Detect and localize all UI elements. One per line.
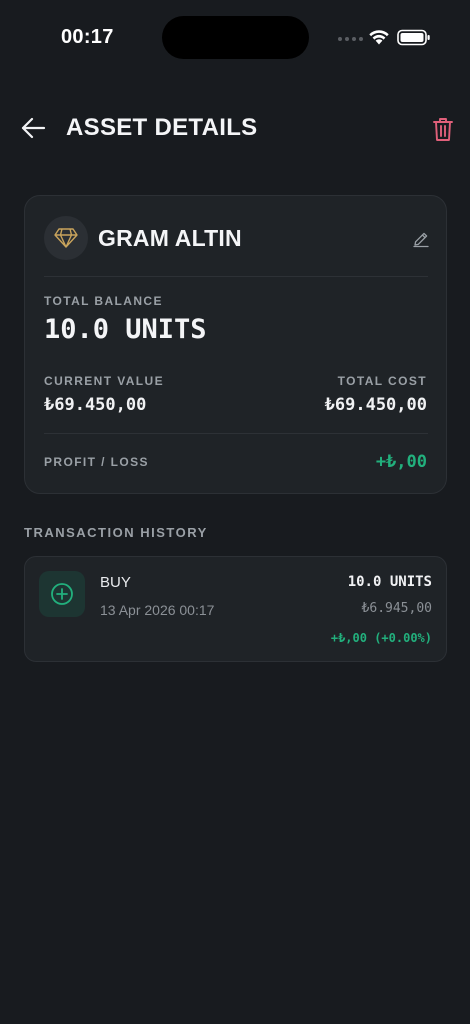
card-divider [44, 433, 428, 434]
transaction-units: 10.0 UNITS [347, 574, 432, 590]
total-cost-label: TOTAL COST [337, 374, 427, 388]
dynamic-island [162, 16, 309, 59]
transaction-price: ₺6.945,00 [361, 601, 432, 616]
profit-loss-value: +₺,00 [375, 452, 427, 472]
total-cost-value: ₺69.450,00 [324, 395, 427, 415]
buy-transaction-badge [39, 571, 85, 617]
asset-summary-card: GRAM ALTIN TOTAL BALANCE 10.0 UNITS CURR… [24, 195, 447, 494]
card-divider [44, 276, 428, 277]
asset-details-screen: 00:17 ASSET DETAILS GRAM ALTIN TOTAL BAL… [0, 0, 470, 1024]
plus-circle-icon [51, 583, 73, 605]
trash-icon[interactable] [432, 116, 454, 142]
total-balance-label: TOTAL BALANCE [44, 294, 163, 308]
current-value: ₺69.450,00 [44, 395, 147, 415]
transaction-item[interactable]: BUY 13 Apr 2026 00:17 10.0 UNITS ₺6.945,… [24, 556, 447, 662]
back-arrow-icon[interactable] [20, 116, 46, 140]
transaction-type: BUY [100, 574, 131, 591]
asset-avatar [44, 216, 88, 260]
profit-loss-label: PROFIT / LOSS [44, 455, 149, 469]
transaction-history-title: TRANSACTION HISTORY [24, 525, 208, 540]
page-title: ASSET DETAILS [66, 114, 258, 141]
transaction-profit-loss: +₺,00 (+0.00%) [330, 631, 432, 645]
current-value-label: CURRENT VALUE [44, 374, 164, 388]
status-time: 00:17 [61, 26, 114, 48]
edit-pencil-icon[interactable] [412, 230, 430, 248]
cellular-signal-icon [338, 37, 363, 41]
diamond-icon [54, 228, 78, 248]
transaction-date: 13 Apr 2026 00:17 [100, 602, 215, 618]
asset-name: GRAM ALTIN [98, 225, 242, 251]
wifi-icon [369, 30, 389, 45]
total-balance-value: 10.0 UNITS [44, 314, 207, 345]
battery-icon [397, 29, 430, 46]
